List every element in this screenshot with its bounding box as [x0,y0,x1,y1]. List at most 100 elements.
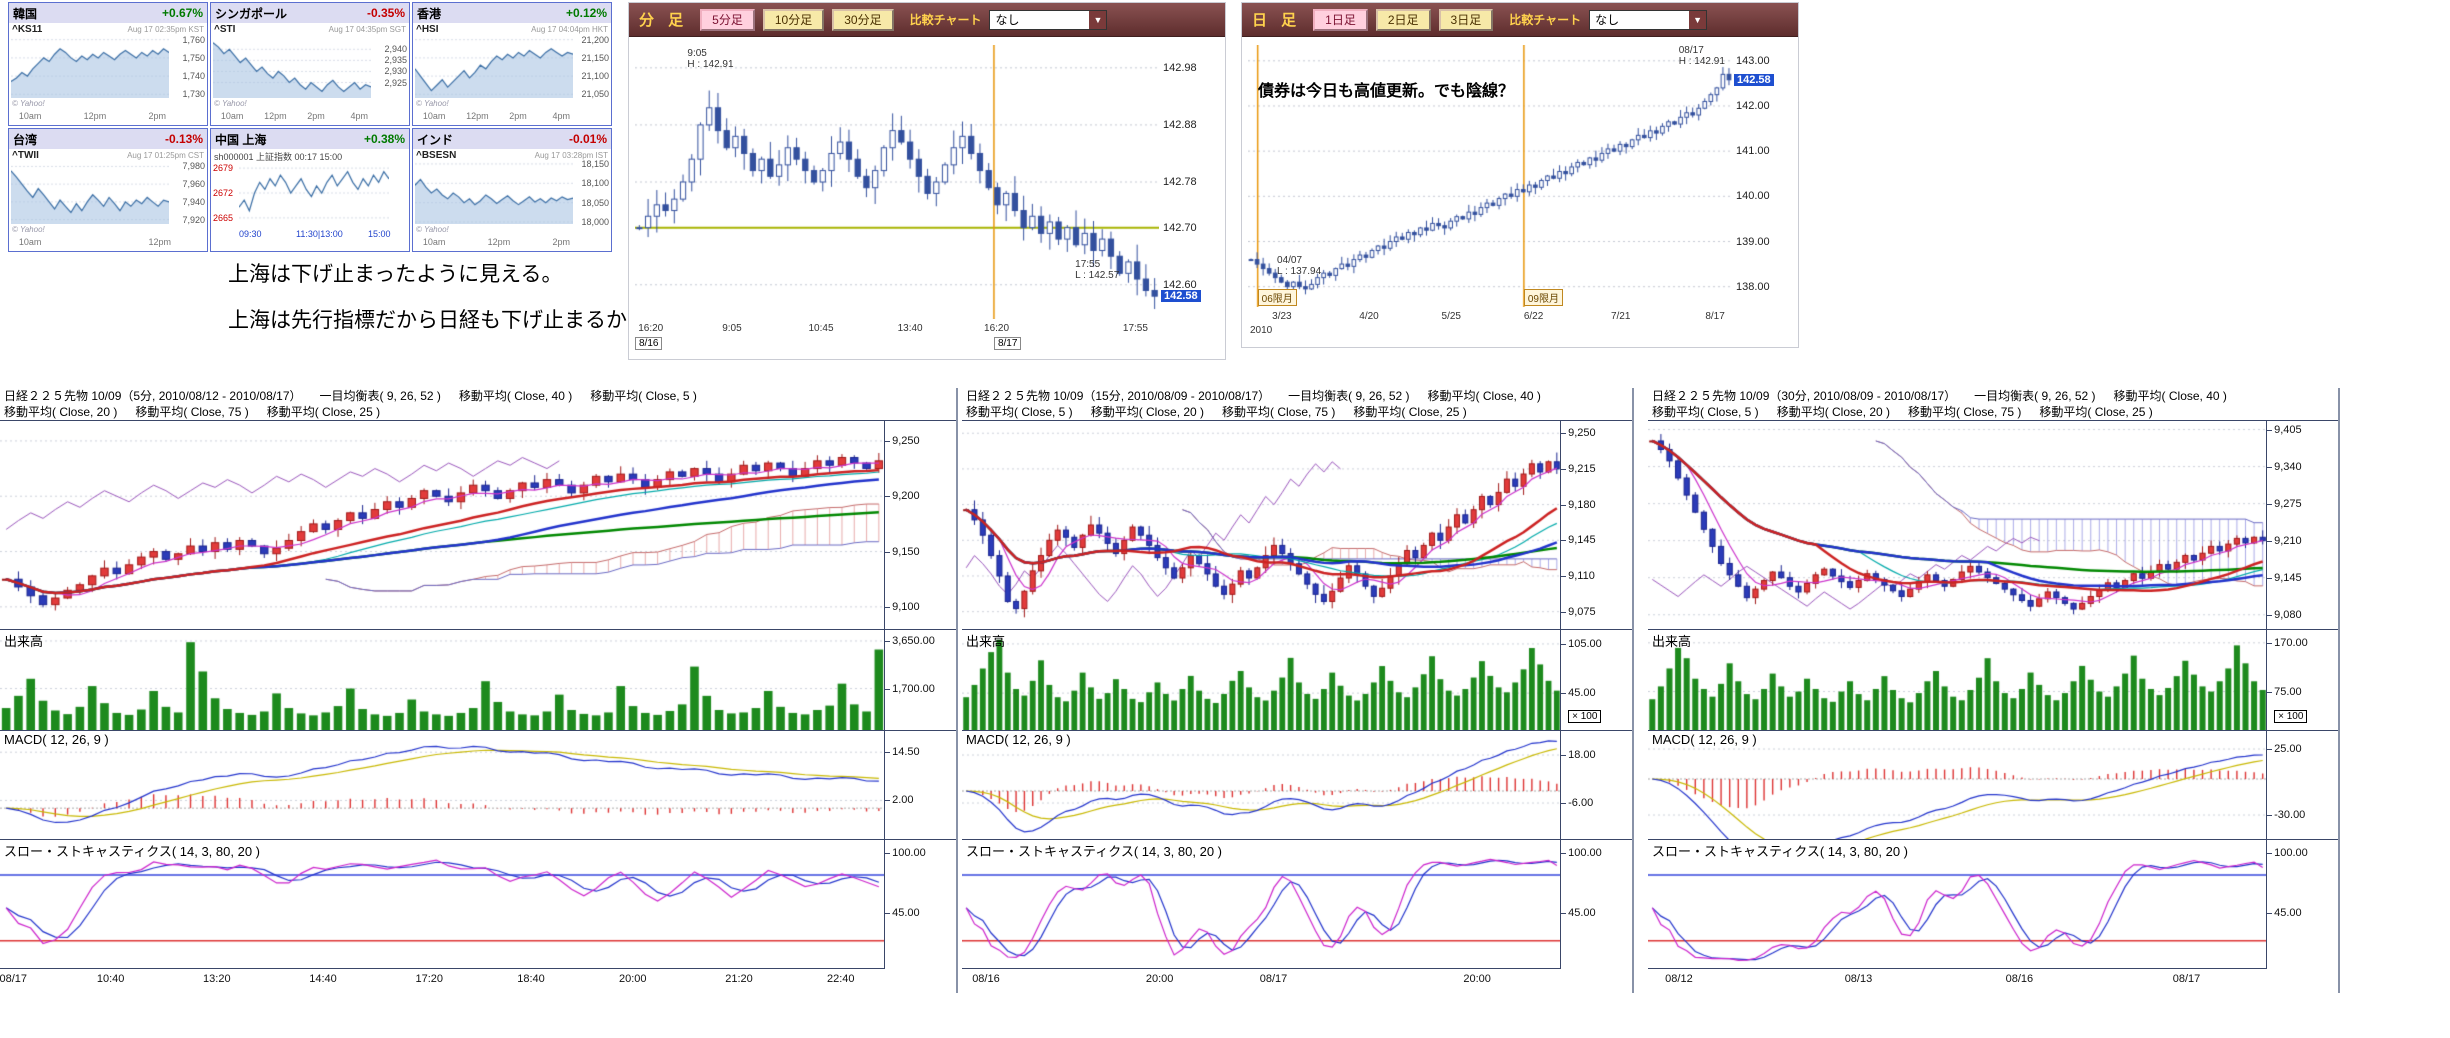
period-button-3日足[interactable]: 3日足 [1439,9,1494,31]
bond-minute-chart: 142.98142.88142.78142.70142.60142.5816:2… [629,37,1225,359]
market-change-badge: +0.38% [364,132,405,146]
market-tile-header: 中国 上海+0.38% [211,129,409,149]
market-tile-header: 台湾-0.13% [9,129,207,149]
axis-tick [885,607,890,608]
macd-panel-label: MACD( 12, 26, 9 ) [4,732,109,747]
axis-tick [1561,693,1566,694]
axis-tick [2267,430,2272,431]
x-axis-label: 14:40 [309,973,337,985]
x-axis-label: 10:40 [97,973,125,985]
x-axis-label: 2pm [509,111,527,121]
x-axis-label: 12pm [84,111,107,121]
market-change-badge: -0.01% [569,132,607,146]
axis-label: 7,940 [182,197,205,207]
axis-tick [2267,913,2272,914]
legend-item: 移動平均( Close, 40 ) [1428,389,1541,403]
axis-label: 1,750 [182,53,205,63]
x-axis-label: 6/22 [1524,311,1543,322]
contract-month-box: 06限月 [1258,289,1297,306]
axis-label: 18,150 [581,159,609,169]
last-price-tag: 142.58 [1734,74,1774,86]
compare-select[interactable]: なし▼ [989,10,1107,30]
axis-tick [2267,853,2272,854]
axis-tick [1561,755,1566,756]
x-axis-label: 08/16 [2006,973,2034,985]
compare-select[interactable]: なし ▼ [1589,10,1707,30]
axis-label: 2,935 [384,55,407,65]
symbol-label: ^HSI [416,24,439,35]
market-tile-sse[interactable]: 中国 上海+0.38%sh000001 上証指数 00:17 15:002679… [210,128,410,252]
axis-tick [2267,541,2272,542]
axis-tick [1561,469,1566,470]
axis-label: 142.00 [1736,100,1770,112]
stochastics-panel-label: スロー・ストキャスティクス( 14, 3, 80, 20 ) [966,841,1222,860]
axis-label: 21,150 [581,53,609,63]
market-name: 香港 [417,5,441,22]
axis-label: 105.00 [1568,638,1602,650]
market-tile-header: 香港+0.12% [413,3,611,23]
stochastics-panel-label: スロー・ストキャスティクス( 14, 3, 80, 20 ) [4,841,260,860]
mini-chart: ^BSESNAug 17 03:28pm IST18,15018,10018,0… [413,149,611,250]
chart-annotation: 9:05H : 142.91 [687,48,733,70]
axis-label: 18,000 [581,217,609,227]
x-axis-label: 4/20 [1359,311,1378,322]
period-button-5分足[interactable]: 5分足 [700,9,755,31]
market-tile-sti[interactable]: シンガポール-0.35%^STIAug 17 04:35pm SGT2,9402… [210,2,410,126]
chart-annotation: 04/07L : 137.94 [1277,255,1321,277]
market-tile-kospi[interactable]: 韓国+0.67%^KS11Aug 17 02:35pm KST1,7601,75… [8,2,208,126]
period-button-1日足[interactable]: 1日足 [1313,9,1368,31]
axis-label: 142.60 [1163,279,1197,291]
axis-label: 142.98 [1163,62,1197,74]
market-tile-twii[interactable]: 台湾-0.13%^TWIIAug 17 01:25pm CST7,9807,96… [8,128,208,252]
axis-label: 21,100 [581,71,609,81]
axis-label: 9,080 [2274,609,2302,621]
x-axis-label: 4pm [350,111,368,121]
legend-item: 移動平均( Close, 20 ) [1777,405,1890,419]
chevron-down-icon: ▼ [1689,11,1706,29]
compare-select-value: なし [1595,11,1619,28]
year-label: 2010 [1250,325,1272,336]
period-button-30分足[interactable]: 30分足 [832,9,893,31]
axis-label: 25.00 [2274,743,2302,755]
axis-label: 45.00 [1568,687,1596,699]
volume-canvas [0,630,884,730]
period-button-10分足[interactable]: 10分足 [763,9,824,31]
axis-label: 75.00 [2274,686,2302,698]
timestamp-label: Aug 17 01:25pm CST [127,151,204,160]
axis-label: 9,340 [2274,461,2302,473]
market-tile-bsesn[interactable]: インド-0.01%^BSESNAug 17 03:28pm IST18,1501… [412,128,612,252]
compare-chart-label: 比較チャート [1509,11,1581,28]
market-tile-hsi[interactable]: 香港+0.12%^HSI Aug 17 04:04pm HKT21,200 21,1… [412,2,612,126]
mini-chart-canvas [415,162,573,224]
axis-label: 1,700.00 [892,683,935,695]
axis-label: 2,925 [384,78,407,88]
axis-label: 7,920 [182,215,205,225]
axis-label: 141.00 [1736,145,1770,157]
legend-item: 移動平均( Close, 75 ) [1908,405,2021,419]
period-button-2日足[interactable]: 2日足 [1376,9,1431,31]
axis-tick [2267,815,2272,816]
axis-label: 2,930 [384,66,407,76]
market-change-badge: -0.35% [367,6,405,20]
axis-label: 9,275 [2274,498,2302,510]
axis-label: 100.00 [2274,847,2308,859]
legend-item: 移動平均( Close, 25 ) [267,405,380,419]
x-axis-label: 2pm [552,237,570,247]
price-canvas [0,421,884,629]
x-axis-row: 08/1620:0008/1720:00 [962,968,1561,993]
x-axis-label: 4pm [552,111,570,121]
x-axis-label: 21:20 [725,973,753,985]
mini-chart: ^STIAug 17 04:35pm SGT2,9402,9352,9302,9… [211,23,409,124]
chart-panel: スロー・ストキャスティクス( 14, 3, 80, 20 )100.0045.0… [1648,839,2338,968]
mini-chart: sh000001 上証指数 00:17 15:0026792672266509:… [211,149,409,250]
chart-title-row: 日経２２５先物 10/09（30分, 2010/08/09 - 2010/08/… [1648,388,2338,404]
axis-label: 21,200 [581,35,609,45]
axis-label: 45.00 [892,907,920,919]
legend-item: 移動平均( Close, 5 ) [966,405,1073,419]
timestamp-label: Aug 17 04:04pm HKT [531,25,608,34]
bond-daily-chart: 143.00142.00141.00140.00139.00138.00142.… [1242,37,1798,347]
volume-panel-label: 出来高 [1652,631,1691,650]
axis-label: -6.00 [1568,797,1593,809]
axis-label: 9,210 [2274,535,2302,547]
mini-chart: ^TWIIAug 17 01:25pm CST7,9807,9607,9407,… [9,149,207,250]
